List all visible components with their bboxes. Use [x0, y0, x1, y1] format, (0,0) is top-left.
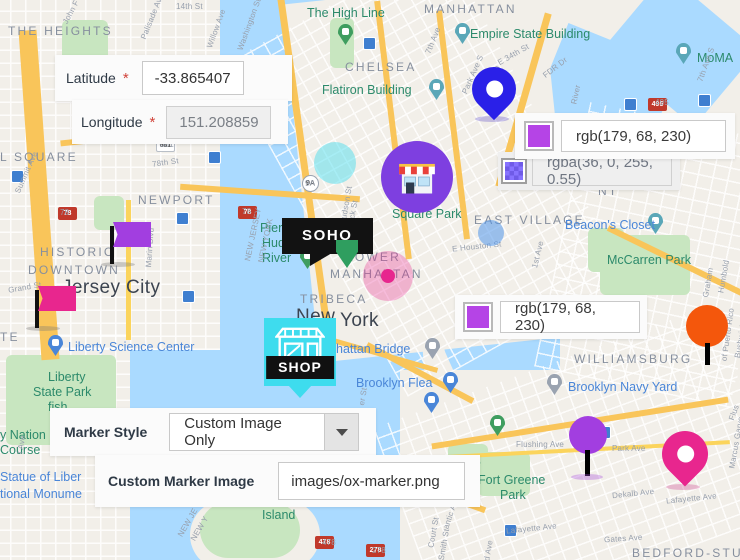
pin-body	[462, 57, 526, 121]
ball-pole	[585, 450, 590, 476]
rgb-color-panel-bottom: rgb(179, 68, 230)	[455, 295, 647, 339]
longitude-required-marker: *	[149, 113, 156, 131]
highway-shield-78-b: 78	[238, 206, 257, 219]
transit-station-icon-3[interactable]	[698, 94, 711, 107]
pin-marker-magenta[interactable]	[652, 421, 718, 494]
rgb-color-value-bottom: rgb(179, 68, 230)	[515, 300, 596, 334]
shop-icon	[399, 163, 435, 194]
transit-station-icon-4[interactable]	[11, 170, 24, 183]
latitude-required-marker: *	[122, 69, 129, 87]
rgb-color-input-bottom[interactable]: rgb(179, 68, 230)	[500, 300, 640, 334]
flag-cloth	[38, 286, 76, 311]
ball-marker-purple[interactable]	[569, 416, 611, 480]
longitude-panel: Longitude * 151.208859	[72, 100, 288, 144]
transit-station-icon-7[interactable]	[182, 290, 195, 303]
custom-marker-image-label: Custom Marker Image	[108, 473, 255, 489]
custom-marker-image-value: images/ox-marker.png	[291, 472, 440, 490]
tooltip-marker-soho[interactable]: SOHO	[282, 218, 373, 266]
transit-station-icon-8[interactable]	[504, 524, 517, 537]
highway-shield-478: 478	[315, 536, 334, 549]
rgb-color-swatch-bottom[interactable]	[463, 302, 493, 332]
rgba-color-value: rgba(36, 0, 255, 0.55)	[547, 154, 653, 188]
marker-shadow	[571, 474, 603, 480]
governors-island-park-area	[200, 502, 300, 558]
rgba-color-swatch-fill	[505, 162, 523, 180]
latitude-panel: Latitude * -33.865407	[55, 55, 292, 101]
longitude-label: Longitude	[81, 114, 143, 130]
pin-marker-blue[interactable]	[462, 57, 526, 126]
transit-station-icon-1[interactable]	[363, 37, 376, 50]
marker-style-panel: Marker Style Custom Image Only	[50, 408, 376, 456]
latitude-value: -33.865407	[154, 69, 231, 87]
ball-marker-orange[interactable]	[686, 305, 732, 365]
shop-badge-marker[interactable]	[381, 141, 453, 213]
transit-station-icon-5[interactable]	[208, 151, 221, 164]
chevron-down-icon[interactable]	[324, 414, 359, 450]
shop-tile-marker[interactable]: SHOP	[264, 318, 336, 398]
rgb-color-value-top: rgb(179, 68, 230)	[576, 127, 692, 145]
longitude-input[interactable]: 151.208859	[166, 105, 272, 139]
soft-circle-pink-center-dot	[381, 269, 395, 283]
rgb-color-swatch-top[interactable]	[524, 121, 554, 151]
marker-shadow	[26, 326, 60, 331]
shop-tile-label: SHOP	[266, 356, 334, 379]
rgb-color-swatch-bottom-fill	[467, 306, 489, 328]
road-marin-blvd	[126, 200, 131, 340]
screenshot-root: 78 78 495 478 278 681 9A THE HEIGHTS MANH…	[0, 0, 740, 560]
rgb-color-swatch-top-fill	[528, 125, 550, 147]
marker-style-value: Custom Image Only	[184, 415, 282, 449]
pin-body	[652, 421, 718, 487]
marker-shadow	[101, 262, 135, 267]
rgba-color-input[interactable]: rgba(36, 0, 255, 0.55)	[532, 154, 672, 188]
rgb-color-panel-top: rgb(179, 68, 230)	[515, 113, 735, 159]
longitude-value: 151.208859	[179, 113, 259, 131]
soft-circle-cyan[interactable]	[314, 142, 356, 184]
rgba-color-swatch[interactable]	[501, 158, 527, 184]
highway-shield-278: 278	[366, 544, 385, 557]
ball-head	[686, 305, 728, 347]
flag-marker-pink[interactable]	[26, 286, 79, 331]
flag-marker-purple[interactable]	[101, 222, 154, 267]
tooltip-tail	[310, 253, 332, 266]
custom-marker-image-panel: Custom Marker Image images/ox-marker.png	[95, 455, 480, 507]
soft-circle-lightblue[interactable]	[478, 220, 504, 246]
marker-style-label: Marker Style	[64, 424, 148, 440]
marker-style-select[interactable]: Custom Image Only	[169, 413, 360, 451]
transit-station-icon-6[interactable]	[176, 212, 189, 225]
highway-shield-78-a: 78	[58, 207, 77, 220]
highway-shield-495: 495	[648, 98, 667, 111]
ball-head	[569, 416, 607, 454]
highway-shield-9a: 9A	[302, 175, 319, 192]
transit-station-icon-2[interactable]	[624, 98, 637, 111]
latitude-input[interactable]: -33.865407	[141, 61, 244, 95]
custom-marker-image-input[interactable]: images/ox-marker.png	[278, 462, 466, 500]
latitude-label: Latitude	[66, 70, 116, 86]
flag-cloth	[113, 222, 151, 247]
rgb-color-input-top[interactable]: rgb(179, 68, 230)	[561, 120, 726, 152]
shop-tile-tail	[288, 385, 312, 398]
ball-pole	[705, 343, 710, 365]
